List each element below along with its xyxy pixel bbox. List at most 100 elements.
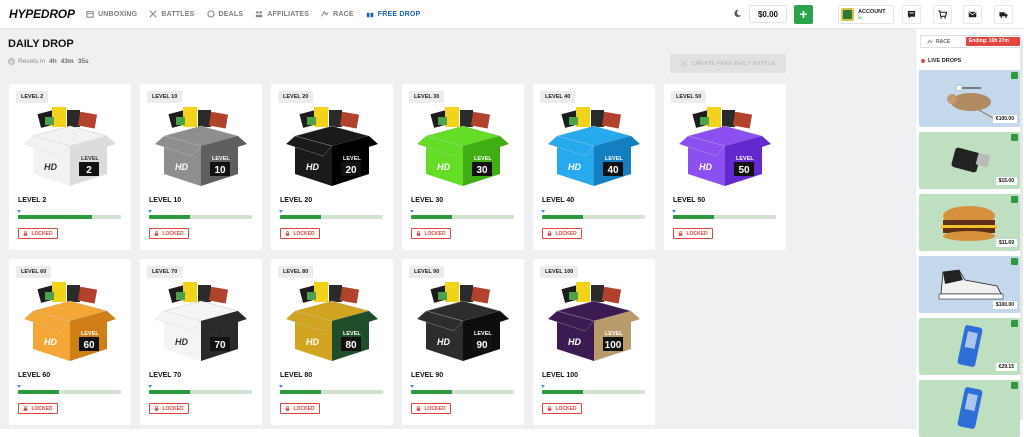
level-name: LEVEL 50: [673, 197, 706, 204]
level-tag: LEVEL 50: [671, 91, 707, 103]
level-progress-bar: [18, 215, 121, 219]
svg-text:60: 60: [83, 340, 95, 351]
race-widget[interactable]: RACE Ending: 10h 27m 35s: [920, 35, 1021, 53]
svg-text:70: 70: [214, 340, 226, 351]
cart-icon: [938, 10, 947, 19]
locked-label: LOCKED: [686, 230, 708, 237]
level-progress-fill: [280, 390, 322, 394]
svg-text:HD: HD: [44, 337, 57, 347]
nav-battles[interactable]: BATTLES: [149, 10, 194, 18]
live-drop-item[interactable]: $15.00: [919, 132, 1020, 189]
level-progress-fill: [411, 390, 453, 394]
nav-affiliates[interactable]: AFFILIATES: [255, 10, 309, 18]
level-card[interactable]: LEVEL 60 HD LEVEL 60 LEVEL 60 LOCKED: [9, 259, 131, 425]
locked-label: LOCKED: [424, 405, 446, 412]
nav-label: BATTLES: [161, 10, 195, 18]
locked-button[interactable]: LOCKED: [542, 403, 582, 414]
level-card[interactable]: LEVEL 50 HD LEVEL 50 LEVEL 50 LOCKED: [664, 84, 786, 250]
logo[interactable]: HYPEDROP: [9, 7, 75, 21]
locked-button[interactable]: LOCKED: [18, 403, 58, 414]
level-card[interactable]: LEVEL 30 HD LEVEL 30 LEVEL 30 LOCKED: [402, 84, 524, 250]
level-card[interactable]: LEVEL 2 HD LEVEL 2 LEVEL 2 LOCKED: [9, 84, 131, 250]
lock-icon: [417, 406, 421, 411]
moon-icon[interactable]: [733, 9, 742, 18]
live-drop-item[interactable]: [919, 380, 1020, 437]
lock-icon: [155, 406, 159, 411]
mystery-box-image: HD LEVEL 90: [416, 282, 509, 361]
level-progress-fill: [542, 215, 584, 219]
shipping-button[interactable]: [994, 5, 1013, 24]
level-card[interactable]: LEVEL 70 HD LEVEL 70 LEVEL 70 LOCKED: [140, 259, 262, 425]
locked-button[interactable]: LOCKED: [542, 228, 582, 239]
resets-label: Resets in: [18, 58, 46, 65]
level-progress-bar: [542, 390, 645, 394]
mystery-box-image: HD LEVEL 30: [416, 107, 509, 186]
level-card[interactable]: LEVEL 80 HD LEVEL 80 LEVEL 80 LOCKED: [271, 259, 393, 425]
chat-button[interactable]: [902, 5, 921, 24]
live-drop-item[interactable]: $11.69: [919, 194, 1020, 251]
locked-button[interactable]: LOCKED: [280, 403, 320, 414]
svg-text:LEVEL: LEVEL: [343, 156, 361, 162]
deals-icon: [206, 10, 215, 18]
level-progress-bar: [18, 390, 121, 394]
level-card[interactable]: LEVEL 20 HD LEVEL 20 LEVEL 20 LOCKED: [271, 84, 393, 250]
nav-deals[interactable]: DEALS: [206, 10, 244, 18]
box-badge-icon: [1011, 258, 1018, 265]
level-progress-fill: [411, 215, 453, 219]
nav-label: RACE: [333, 10, 354, 18]
nav-unboxing[interactable]: UNBOXING: [86, 10, 137, 18]
locked-button[interactable]: LOCKED: [411, 228, 451, 239]
account-sub: $0: [858, 15, 863, 20]
deposit-button[interactable]: +: [794, 5, 813, 24]
level-progress-fill: [280, 215, 322, 219]
top-bar: HYPEDROP UNBOXING BATTLES DEALS AFFILIAT…: [0, 0, 1024, 29]
live-drop-item[interactable]: €29.15: [919, 318, 1020, 375]
locked-label: LOCKED: [555, 230, 577, 237]
svg-text:HD: HD: [175, 337, 188, 347]
locked-button[interactable]: LOCKED: [411, 403, 451, 414]
live-drop-item[interactable]: €100.00: [919, 70, 1020, 127]
swords-icon: [149, 10, 157, 18]
create-free-battle-button[interactable]: CREATE FREE DAILY BATTLE: [670, 54, 786, 73]
scrollbar[interactable]: [1020, 40, 1023, 420]
level-card[interactable]: LEVEL 40 HD LEVEL 40 LEVEL 40 LOCKED: [533, 84, 655, 250]
svg-text:LEVEL: LEVEL: [474, 156, 492, 162]
locked-label: LOCKED: [293, 405, 315, 412]
nav-race[interactable]: RACE: [321, 10, 354, 18]
level-progress-fill: [149, 390, 191, 394]
live-drops-heading: LIVE DROPS: [921, 58, 961, 64]
level-name: LEVEL 60: [18, 372, 51, 379]
caret-down-icon: [148, 210, 152, 213]
svg-text:LEVEL: LEVEL: [81, 331, 99, 337]
mystery-box-image: HD LEVEL 70: [154, 282, 247, 361]
reset-timer: Resets in 4h 43m 35s: [8, 58, 89, 65]
truck-icon: [999, 12, 1008, 18]
balance-display[interactable]: $0.00: [749, 5, 787, 23]
create-button-label: CREATE FREE DAILY BATTLE: [691, 60, 776, 67]
locked-label: LOCKED: [293, 230, 315, 237]
nav-free-drop[interactable]: FREE DROP: [366, 10, 421, 18]
level-progress-fill: [18, 215, 93, 219]
svg-text:LEVEL: LEVEL: [605, 156, 623, 162]
drop-price: $100.00: [992, 301, 1017, 309]
cart-button[interactable]: [933, 5, 952, 24]
level-card[interactable]: LEVEL 100 HD LEVEL 100 LEVEL 100 LOCKED: [533, 259, 655, 425]
locked-button[interactable]: LOCKED: [280, 228, 320, 239]
svg-text:HD: HD: [568, 337, 581, 347]
level-card[interactable]: LEVEL 10 HD LEVEL 10 LEVEL 10 LOCKED: [140, 84, 262, 250]
box-badge-icon: [1011, 134, 1018, 141]
resets-hours: 4h: [49, 58, 57, 65]
locked-button[interactable]: LOCKED: [18, 228, 58, 239]
level-tag: LEVEL 30: [409, 91, 445, 103]
lock-icon: [24, 231, 28, 236]
locked-label: LOCKED: [555, 405, 577, 412]
locked-button[interactable]: LOCKED: [673, 228, 713, 239]
live-drop-item[interactable]: $100.00: [919, 256, 1020, 313]
account-button[interactable]: ACCOUNT $0: [838, 5, 894, 24]
level-card[interactable]: LEVEL 90 HD LEVEL 90 LEVEL 90 LOCKED: [402, 259, 524, 425]
locked-button[interactable]: LOCKED: [149, 403, 189, 414]
swords-icon: [681, 60, 688, 67]
mail-button[interactable]: [963, 5, 982, 24]
level-progress-fill: [542, 390, 584, 394]
locked-button[interactable]: LOCKED: [149, 228, 189, 239]
